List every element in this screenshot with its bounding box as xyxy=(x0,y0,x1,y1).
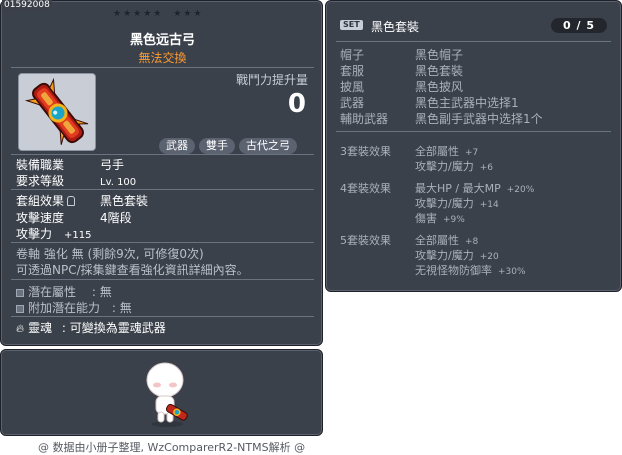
set-effect-line: 最大HP / 最大MP +20% xyxy=(415,182,535,195)
set-badge: SET xyxy=(340,20,363,30)
set-part-slot: 帽子 xyxy=(340,48,365,62)
lock-icon xyxy=(67,196,76,206)
set-part-slot: 套服 xyxy=(340,64,365,78)
set-part-row: 套服 黑色套裝 xyxy=(340,62,463,79)
set-count-badge: 0 / 5 xyxy=(551,18,607,33)
job-label: 裝備職業 xyxy=(16,158,65,172)
character-preview-panel xyxy=(0,349,323,436)
divider xyxy=(11,279,314,280)
job-value: 弓手 xyxy=(100,158,125,172)
soul-row: 🔥︎ 靈魂 : 可變換為靈魂武器 xyxy=(16,319,166,336)
set-effect-label: 5套裝效果 xyxy=(340,234,391,247)
divider xyxy=(11,242,314,243)
power-value: 0 xyxy=(287,89,306,119)
hint-line: 可透過NPC/採集鍵查看強化資訊詳細內容。 xyxy=(16,263,249,277)
soul-value: : 可變換為靈魂武器 xyxy=(61,321,166,335)
potential-label: 潛在屬性 xyxy=(28,285,77,299)
set-part-name: 黑色套裝 xyxy=(415,64,464,78)
set-name: 黑色套裝 xyxy=(371,20,420,34)
speed-label: 攻擊速度 xyxy=(16,211,65,225)
set-part-row: 輔助武器 黑色副手武器中选择1个 xyxy=(340,110,543,127)
attack-value: +115 xyxy=(64,230,92,241)
set-part-name: 黑色主武器中选择1 xyxy=(415,96,519,110)
job-row: 裝備職業 弓手 xyxy=(16,156,124,173)
level-value: Lv. 100 xyxy=(100,177,137,188)
set-row: 套組效果 黑色套裝 xyxy=(16,192,148,209)
set-part-slot: 披風 xyxy=(340,80,365,94)
tag-ancient-bow: 古代之弓 xyxy=(239,138,297,154)
scroll-line: 卷軸 強化 無 (剩餘9次, 可修復0次) xyxy=(16,247,204,261)
set-effect-line: 傷害 +9% xyxy=(415,212,465,225)
item-trade-status: 無法交換 xyxy=(138,51,187,65)
potential-row: 潛在屬性 : 無 xyxy=(16,283,112,300)
set-value: 黑色套裝 xyxy=(100,194,149,208)
bow-item-icon xyxy=(18,73,96,151)
set-part-name: 黑色披风 xyxy=(415,80,464,94)
attack-row: 攻擊力 +115 xyxy=(16,225,91,242)
set-part-row: 武器 黑色主武器中选择1 xyxy=(340,94,519,111)
soul-flame-icon: 🔥︎ xyxy=(16,322,25,335)
set-effect-label: 4套裝效果 xyxy=(340,182,391,195)
speed-value: 4階段 xyxy=(100,211,132,225)
tag-two-handed: 雙手 xyxy=(199,138,235,154)
soul-label: 靈魂 xyxy=(28,321,53,335)
set-effect-line: 全部屬性 +7 xyxy=(415,145,479,158)
item-tooltip-panel: ★★★★★★★★ 黑色远古弓 無法交換 戰鬥力提升量 0 武器 雙手 古代之弓 xyxy=(0,0,323,346)
divider xyxy=(11,154,314,155)
add-potential-label: 附加潛在能力 xyxy=(28,301,101,315)
set-part-slot: 輔助武器 xyxy=(340,112,389,126)
level-row: 要求等級 Lv. 100 xyxy=(16,172,136,189)
set-part-name: 黑色帽子 xyxy=(415,48,464,62)
set-effect-line: 攻擊力/魔力 +20 xyxy=(415,249,499,262)
attack-label: 攻擊力 xyxy=(16,227,53,241)
set-part-slot: 武器 xyxy=(340,96,365,110)
item-id: 01592008 xyxy=(2,0,52,11)
tag-weapon: 武器 xyxy=(159,138,195,154)
set-part-row: 帽子 黑色帽子 xyxy=(340,46,463,63)
set-effect-line: 无視怪物防御率 +30% xyxy=(415,264,526,277)
item-tags: 武器 雙手 古代之弓 xyxy=(159,138,297,154)
add-potential-icon xyxy=(16,304,24,313)
set-label: 套組效果 xyxy=(16,194,65,208)
set-effect-label: 3套裝效果 xyxy=(340,145,391,158)
add-potential-value: : 無 xyxy=(111,301,132,315)
set-part-name: 黑色副手武器中选择1个 xyxy=(415,112,543,126)
divider xyxy=(336,41,611,42)
add-potential-row: 附加潛在能力 : 無 xyxy=(16,299,132,316)
footer-credit: @ 数据由小册子整理, WzComparerR2-NTMS解析 @ xyxy=(38,441,306,454)
level-label: 要求等級 xyxy=(16,174,65,188)
potential-value: : 無 xyxy=(91,285,112,299)
set-effect-line: 攻擊力/魔力 +6 xyxy=(415,160,493,173)
set-info-panel: SET 黑色套裝 0 / 5 帽子 黑色帽子 套服 黑色套裝 披風 黑色披风 武器 黑色… xyxy=(325,0,622,292)
divider xyxy=(11,316,314,317)
power-label: 戰鬥力提升量 xyxy=(235,73,308,87)
item-name: 黑色远古弓 xyxy=(129,33,195,48)
speed-row: 攻擊速度 4階段 xyxy=(16,209,132,226)
divider xyxy=(11,189,314,190)
divider xyxy=(336,131,611,132)
set-effect-line: 攻擊力/魔力 +14 xyxy=(415,197,499,210)
divider xyxy=(11,67,314,68)
potential-icon xyxy=(16,288,24,297)
star-force-icons: ★★★★★ ★★★ xyxy=(113,9,204,19)
character-preview-icon xyxy=(146,362,188,427)
set-part-row: 披風 黑色披风 xyxy=(340,78,463,95)
set-effect-line: 全部屬性 +8 xyxy=(415,234,479,247)
